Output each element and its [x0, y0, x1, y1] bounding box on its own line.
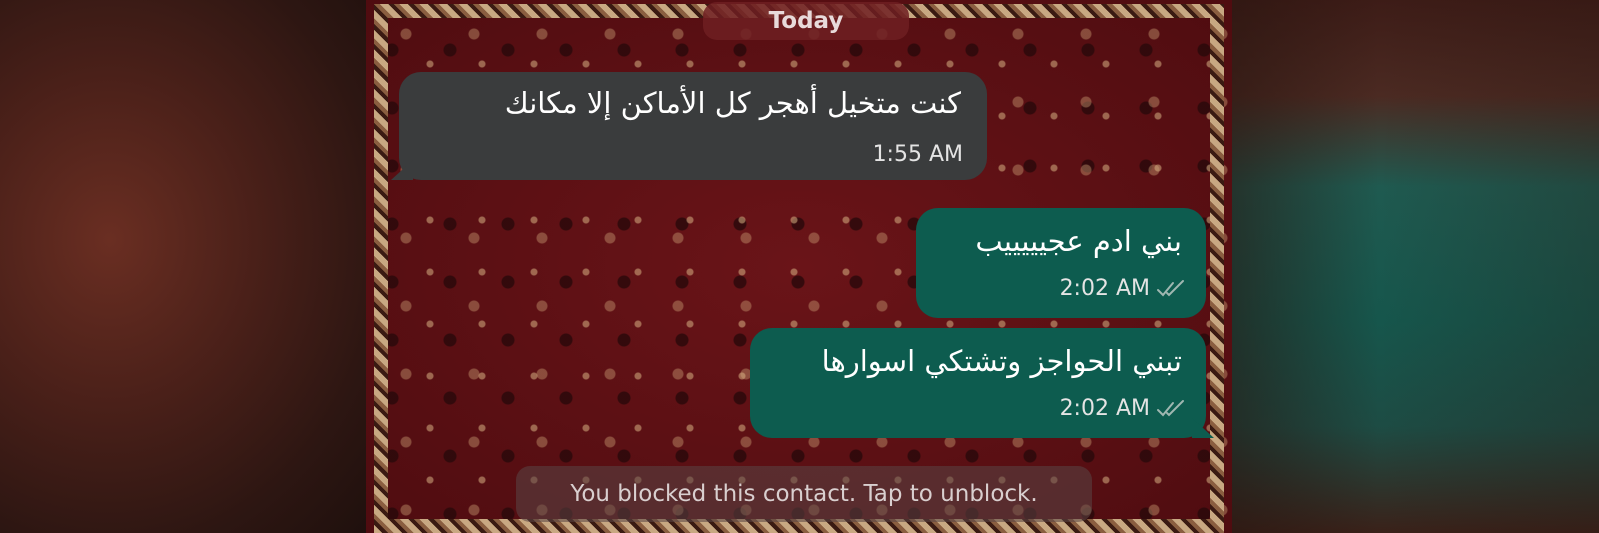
bubble-tail: [391, 160, 413, 180]
message-time: 2:02 AM: [1060, 396, 1186, 421]
blurred-backdrop-left: [0, 0, 366, 533]
unblock-contact-banner[interactable]: You blocked this contact. Tap to unblock…: [516, 466, 1092, 522]
message-time: 1:55 AM: [873, 142, 963, 167]
blurred-backdrop-right: [1232, 0, 1599, 533]
message-bubble-incoming[interactable]: كنت متخيل أهجر كل الأماكن إلا مكانك 1:55…: [391, 72, 987, 180]
double-check-icon: [1157, 279, 1184, 296]
message-bubble-outgoing[interactable]: تبني الحواجز وتشتكي اسوارها 2:02 AM: [750, 328, 1214, 438]
date-separator: Today: [703, 2, 909, 40]
message-time-label: 2:02 AM: [1059, 276, 1150, 301]
message-time: 2:02 AM: [1060, 276, 1186, 301]
bubble-tail: [1192, 418, 1214, 438]
double-check-icon: [1157, 399, 1184, 416]
message-text: تبني الحواجز وتشتكي اسوارها: [821, 344, 1182, 378]
message-time-label: 1:55 AM: [872, 142, 963, 167]
message-text: كنت متخيل أهجر كل الأماكن إلا مكانك: [504, 86, 961, 120]
chat-window[interactable]: Today كنت متخيل أهجر كل الأماكن إلا مكان…: [366, 0, 1232, 533]
message-text: بني ادم عجيييييب: [975, 224, 1182, 258]
message-time-label: 2:02 AM: [1059, 396, 1150, 421]
screenshot-frame: Today كنت متخيل أهجر كل الأماكن إلا مكان…: [0, 0, 1599, 533]
message-bubble-outgoing[interactable]: بني ادم عجيييييب 2:02 AM: [916, 208, 1206, 318]
